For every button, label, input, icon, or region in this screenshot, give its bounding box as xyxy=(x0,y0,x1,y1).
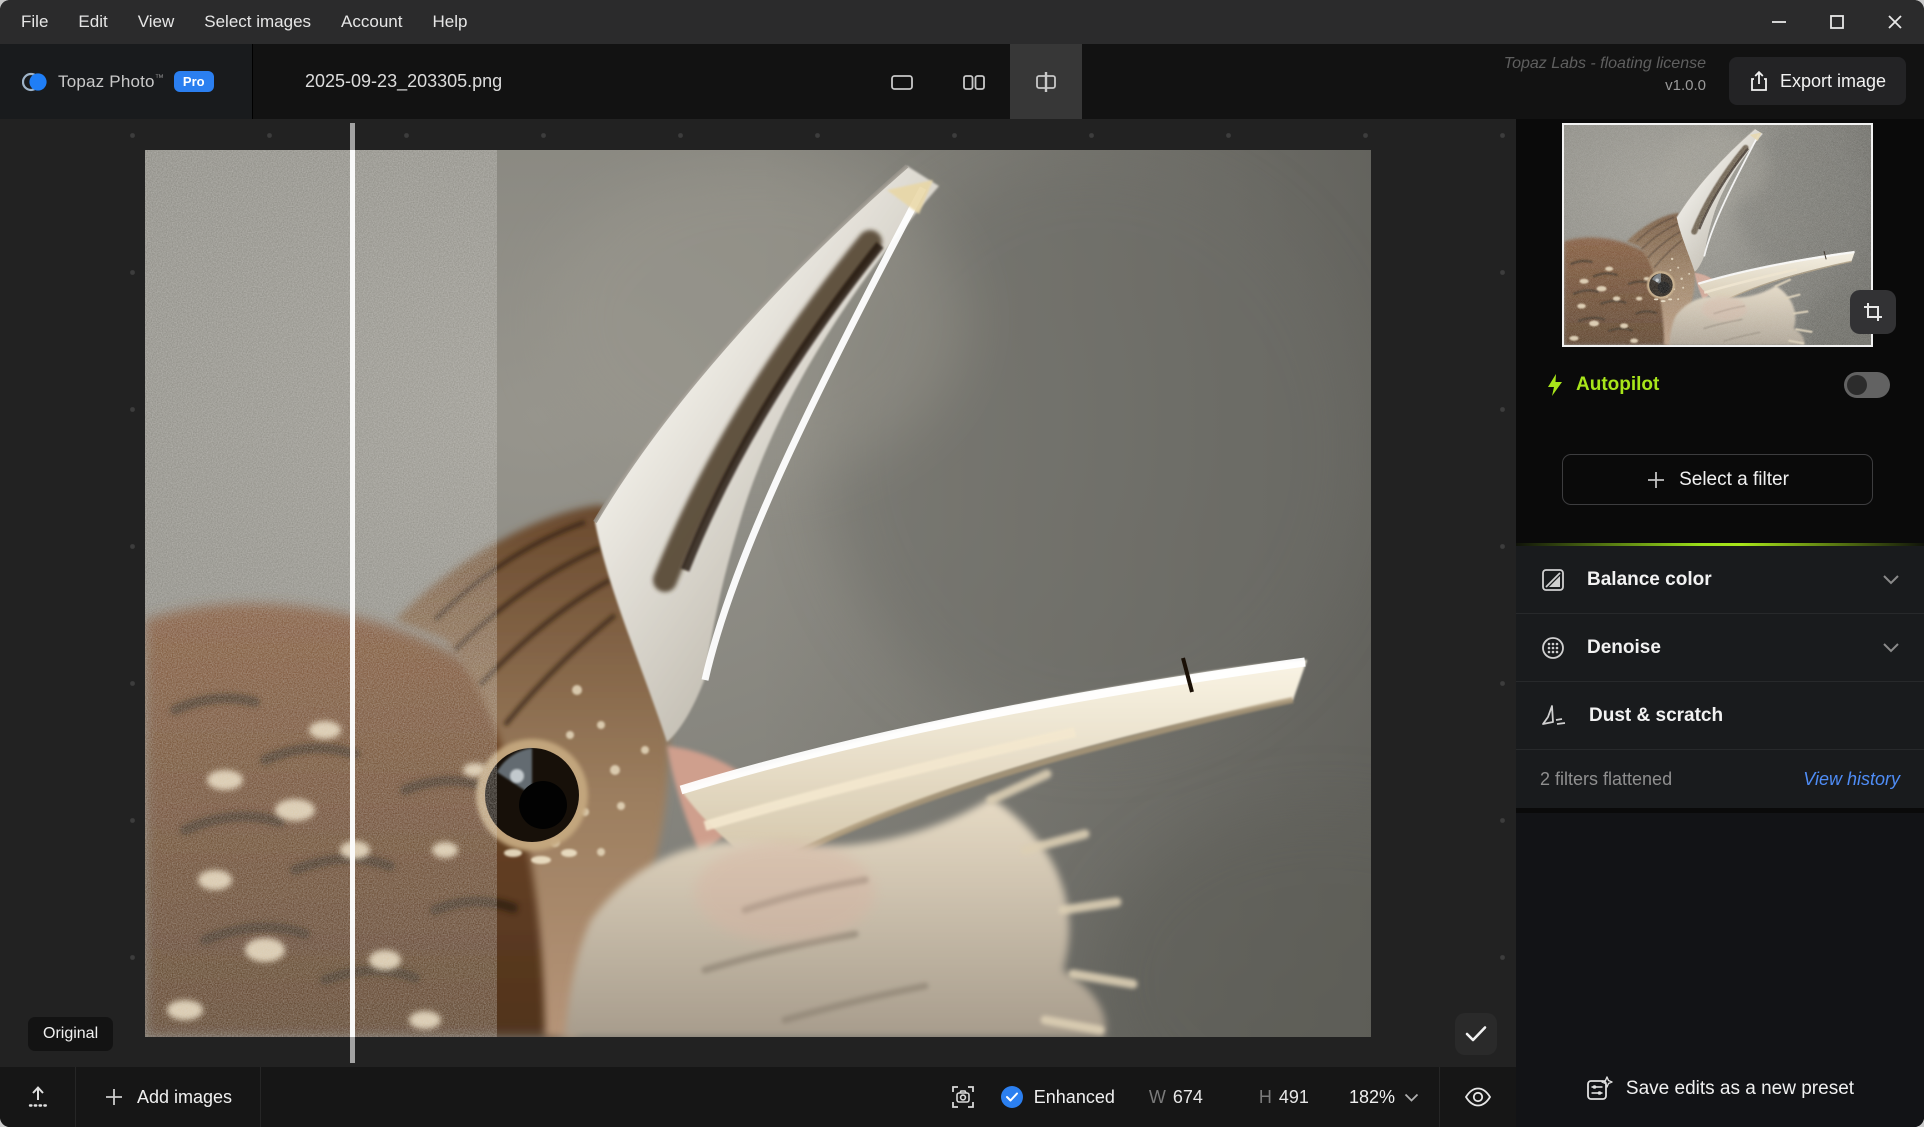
right-sidebar: Autopilot Select a filter Balance color xyxy=(1516,119,1924,1127)
comparison-split-handle[interactable] xyxy=(350,123,355,1063)
pro-badge: Pro xyxy=(174,71,214,92)
status-label: Enhanced xyxy=(1034,1087,1115,1108)
chevron-down-icon[interactable] xyxy=(1882,574,1900,585)
open-filename: 2025-09-23_203305.png xyxy=(305,44,502,119)
filter-row-denoise[interactable]: Denoise xyxy=(1516,614,1924,682)
export-icon xyxy=(1749,70,1769,92)
plus-icon xyxy=(104,1087,124,1107)
height-readout: H 491 xyxy=(1259,1087,1309,1108)
app-window: File Edit View Select images Account Hel… xyxy=(0,0,1924,1127)
filter-row-balance-color[interactable]: Balance color xyxy=(1516,546,1924,614)
menu-account[interactable]: Account xyxy=(326,0,417,44)
image-canvas: Original xyxy=(0,119,1516,1067)
minimize-icon xyxy=(1769,12,1789,32)
preview-thumbnail[interactable] xyxy=(1562,123,1873,347)
autopilot-label: Autopilot xyxy=(1576,374,1659,396)
license-info: Topaz Labs - floating license v1.0.0 xyxy=(1504,55,1706,94)
check-icon xyxy=(1006,1092,1018,1102)
toolbar: Topaz Photo™ Pro 2025-09-23_203305.png T… xyxy=(0,44,1924,119)
balance-color-icon xyxy=(1540,567,1566,593)
save-preset-button[interactable]: Save edits as a new preset xyxy=(1516,1076,1924,1102)
app-version: v1.0.0 xyxy=(1504,77,1706,94)
checkmark-icon xyxy=(1465,1025,1487,1043)
denoise-icon xyxy=(1540,635,1566,661)
single-view-icon xyxy=(889,72,915,92)
topaz-logo-icon xyxy=(22,71,48,93)
maximize-icon xyxy=(1827,12,1847,32)
export-queue-button[interactable] xyxy=(0,1067,75,1127)
lightning-icon xyxy=(1546,373,1564,397)
original-noise-overlay xyxy=(145,150,497,1037)
menu-help[interactable]: Help xyxy=(417,0,482,44)
chevron-down-icon[interactable] xyxy=(1882,642,1900,653)
width-readout: W 674 xyxy=(1149,1087,1203,1108)
sidebar-lower-panel: Save edits as a new preset xyxy=(1516,813,1924,1127)
accept-button[interactable] xyxy=(1455,1013,1497,1055)
camera-frame-icon xyxy=(949,1083,977,1111)
brand-name: Topaz Photo™ xyxy=(58,72,164,92)
chevron-down-icon xyxy=(1404,1093,1419,1102)
minimize-button[interactable] xyxy=(1750,0,1808,44)
close-button[interactable] xyxy=(1866,0,1924,44)
export-image-button[interactable]: Export image xyxy=(1729,57,1906,105)
menu-file[interactable]: File xyxy=(6,0,63,44)
menu-bar: File Edit View Select images Account Hel… xyxy=(0,0,1924,44)
crop-button[interactable] xyxy=(1850,290,1896,334)
maximize-button[interactable] xyxy=(1808,0,1866,44)
add-images-button[interactable]: Add images xyxy=(76,1067,260,1127)
bottom-bar: Add images Enhanced W 674 H xyxy=(0,1067,1516,1127)
view-history-link[interactable]: View history xyxy=(1803,769,1900,790)
bottom-status-cluster: Enhanced W 674 H 491 182% xyxy=(949,1067,1516,1127)
photo-comparison-view[interactable] xyxy=(145,150,1371,1037)
side-by-side-view-button[interactable] xyxy=(938,44,1010,119)
enhanced-check-badge xyxy=(1001,1086,1023,1108)
snapshot-button[interactable] xyxy=(949,1083,977,1111)
dust-scratch-icon xyxy=(1540,703,1568,729)
split-view-button[interactable] xyxy=(1010,44,1082,119)
close-icon xyxy=(1885,12,1905,32)
filter-row-dust-scratch[interactable]: Dust & scratch xyxy=(1516,682,1924,750)
divider xyxy=(260,1067,261,1127)
original-label: Original xyxy=(28,1017,113,1051)
menu-edit[interactable]: Edit xyxy=(63,0,122,44)
split-view-icon xyxy=(1033,70,1059,94)
autopilot-toggle[interactable] xyxy=(1844,372,1890,398)
zoom-level-dropdown[interactable]: 182% xyxy=(1349,1087,1419,1108)
autopilot-row: Autopilot xyxy=(1516,365,1924,405)
preview-original-button[interactable] xyxy=(1440,1067,1516,1127)
side-by-side-view-icon xyxy=(961,72,987,92)
eye-icon xyxy=(1464,1087,1492,1107)
crop-icon xyxy=(1862,301,1884,323)
bird-photo xyxy=(145,150,1371,1037)
upload-icon xyxy=(25,1084,51,1110)
single-view-button[interactable] xyxy=(866,44,938,119)
menu-select-images[interactable]: Select images xyxy=(189,0,326,44)
applied-filters-list: Balance color Denoise xyxy=(1516,546,1924,808)
history-row: 2 filters flattened View history xyxy=(1516,750,1924,808)
plus-icon xyxy=(1646,470,1666,490)
filters-flattened-status: 2 filters flattened xyxy=(1540,769,1672,790)
thumbnail-image xyxy=(1564,125,1871,345)
menu-view[interactable]: View xyxy=(123,0,190,44)
select-filter-button[interactable]: Select a filter xyxy=(1562,454,1873,505)
license-text: Topaz Labs - floating license xyxy=(1504,55,1706,73)
brand: Topaz Photo™ Pro xyxy=(0,44,253,119)
save-preset-icon xyxy=(1586,1076,1613,1102)
view-mode-switcher xyxy=(866,44,1082,119)
toggle-knob xyxy=(1847,375,1867,395)
